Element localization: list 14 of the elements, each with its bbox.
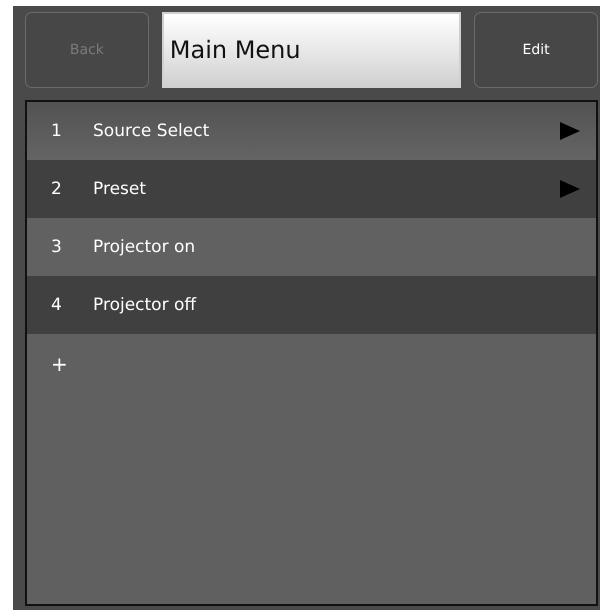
item-number: 1: [51, 121, 63, 141]
menu-item[interactable]: 1 Source Select: [27, 102, 596, 160]
item-label: Projector off: [93, 295, 198, 315]
menu-title: Main Menu: [162, 12, 462, 88]
item-number: 2: [51, 179, 63, 199]
add-item-button[interactable]: +: [51, 352, 68, 376]
item-number: 4: [51, 295, 63, 315]
item-number: 3: [51, 237, 63, 257]
edit-button[interactable]: Edit: [474, 12, 598, 88]
menu-item[interactable]: 2 Preset: [27, 160, 596, 218]
item-label: Source Select: [93, 121, 210, 141]
item-label: Projector on: [93, 237, 196, 257]
item-label: Preset: [93, 179, 148, 199]
menu-item[interactable]: 4 Projector off: [27, 276, 596, 334]
